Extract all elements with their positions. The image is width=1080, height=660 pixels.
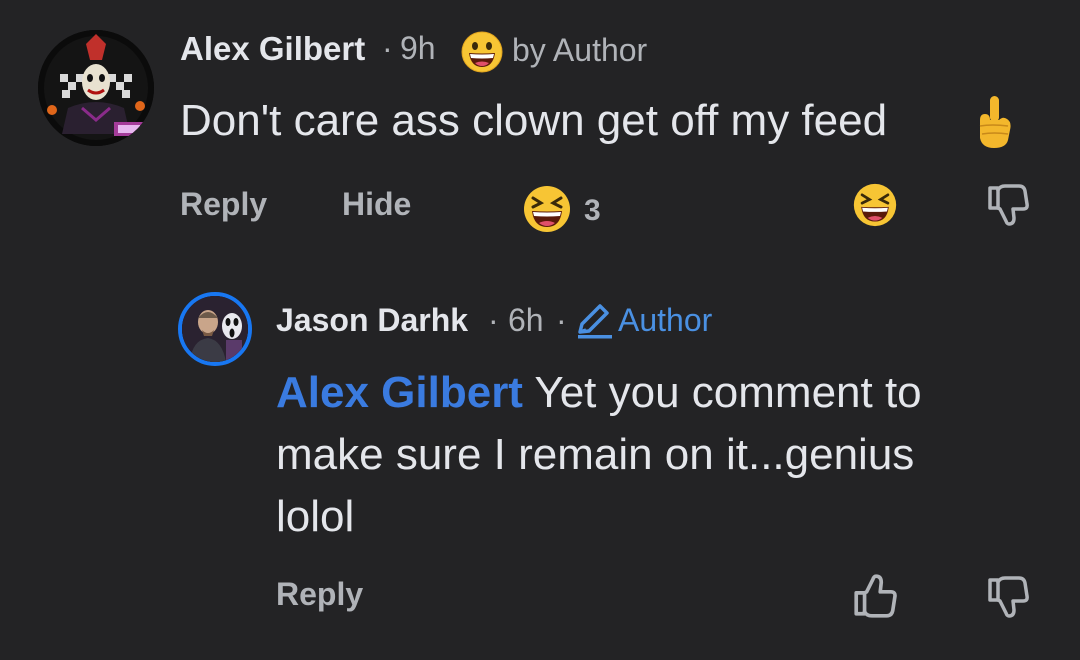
replier-avatar[interactable] [178,292,252,366]
mention-link[interactable]: Alex Gilbert [276,368,523,417]
middle-finger-icon [972,94,1016,155]
reply-timestamp[interactable]: 6h [508,302,544,339]
reply-text-line: make sure I remain on it...genius [276,430,915,479]
grinning-face-icon [460,30,504,79]
react-button[interactable] [852,182,898,233]
commenter-name[interactable]: Alex Gilbert [180,30,365,68]
reaction-count: 3 [584,194,601,227]
pencil-icon [574,302,614,345]
comment-thread: Alex Gilbert · 9h by Author Don't care a… [0,0,1080,660]
replier-name[interactable]: Jason Darhk [276,302,468,339]
thumbs-down-icon[interactable] [986,182,1030,233]
reaction-summary[interactable] [522,184,572,239]
reply-text-line: lolol [276,492,355,541]
thumbs-up-icon[interactable] [852,572,898,625]
meta-separator: · [488,302,499,338]
author-badge: Author [618,302,713,338]
hide-button[interactable]: Hide [342,186,411,223]
laughing-face-icon [524,186,570,232]
laughing-face-icon [853,183,897,227]
meta-separator: · [556,302,567,338]
reply-button[interactable]: Reply [180,186,267,223]
comment-text: Don't care ass clown get off my feed [180,96,888,145]
thumbs-down-icon[interactable] [986,574,1030,625]
reply-text-line: Yet you comment to [522,368,922,417]
meta-separator: · [382,30,393,66]
author-reacted-label: by Author [512,32,648,68]
commenter-avatar[interactable] [38,30,154,146]
comment-timestamp[interactable]: 9h [400,30,436,67]
reply-button[interactable]: Reply [276,576,363,613]
reply-text: Alex Gilbert Yet you comment to make sur… [276,362,1036,548]
